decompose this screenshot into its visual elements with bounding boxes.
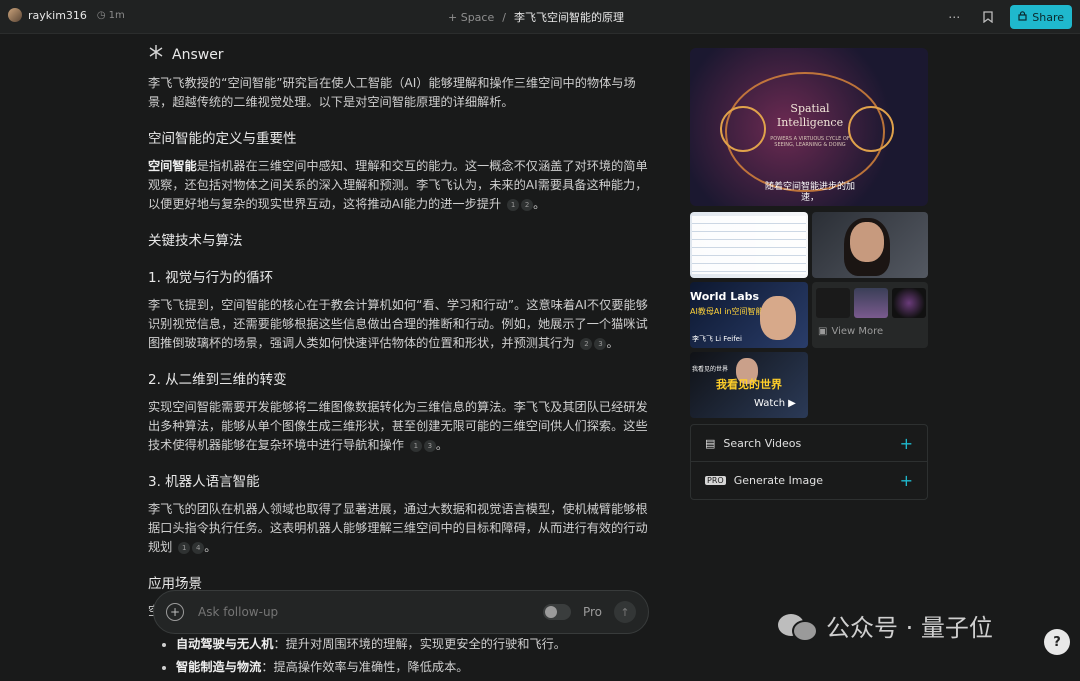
hand-icon [848,106,894,152]
add-plus-icon[interactable]: + [900,471,913,490]
wechat-icon [778,612,818,642]
share-label: Share [1032,10,1064,24]
answer-label: Answer [172,46,224,63]
citation-badge[interactable]: 2 [580,337,593,350]
view-more-tile[interactable]: ▣ View More [812,282,928,348]
answer-content: Answer 李飞飞教授的“空间智能”研究旨在使人工智能（AI）能够理解和操作三… [148,40,658,681]
time-label: 1m [108,9,125,21]
action-box: ▤ Search Videos + PRO Generate Image + [690,424,928,500]
space-link[interactable]: + Space [448,11,494,24]
send-arrow-icon[interactable]: ↑ [614,601,636,623]
subsection-title: 1. 视觉与行为的循环 [148,270,274,286]
paragraph: 实现空间智能需要开发能够将二维图像数据转化为三维信息的算法。李飞飞及其团队已经研… [148,400,648,452]
bold-term: 空间智能 [148,159,197,173]
watermark-text: 公众号 · 量子位 [826,614,993,642]
thumbnail-world-labs[interactable]: World Labs AI教母AI in空间智能 李飞飞 Li Feifei [690,282,808,348]
breadcrumb: + Space / 李飞飞空间智能的原理 [448,9,624,25]
subsection-title: 3. 机器人语言智能 [148,474,260,490]
definition-text: 是指机器在三维空间中感知、理解和交互的能力。这一概念不仅涵盖了对环境的简单观察，… [148,159,648,211]
share-button[interactable]: Share [1010,5,1072,29]
hero-subtitle: POWERS A VIRTUOUS CYCLE OF SEEING, LEARN… [770,136,850,148]
definition-paragraph: 空间智能是指机器在三维空间中感知、理解和交互的能力。这一概念不仅涵盖了对环境的简… [148,159,648,211]
list-item-text: ：提高操作效率与准确性，降低成本。 [261,660,469,674]
bold-term: 智能制造与物流 [176,660,262,674]
hero-image[interactable]: Spatial Intelligence POWERS A VIRTUOUS C… [690,48,928,206]
user-info[interactable]: raykim316 ◷ 1m [8,8,125,22]
list-item: 智能制造与物流：提高操作效率与准确性，降低成本。 [176,658,658,677]
thumbnail-diagram[interactable] [690,212,808,278]
thread-title: 李飞飞空间智能的原理 [513,11,624,24]
watch-label: Watch [754,398,786,409]
citation-badge[interactable]: 3 [423,439,436,452]
thumbnail-title: World Labs [690,290,760,303]
thumbnail-name: 李飞飞 Li Feifei [692,335,742,343]
thumbnail-small-text: 我看见的世界 [692,366,729,373]
clock-icon: ◷ [96,9,106,21]
portrait-face [850,222,884,262]
attach-plus-icon[interactable]: + [166,603,184,621]
follow-up-composer: + Pro ↑ [153,590,649,634]
answer-heading: Answer [148,44,658,66]
view-more-label: View More [831,326,884,337]
citation-badge[interactable]: 2 [521,198,534,211]
search-videos-label: Search Videos [723,436,802,450]
pro-label: Pro [582,605,602,619]
paragraph-text: 李飞飞的团队在机器人领域也取得了显著进展，通过大数据和视觉语言模型，使机械臂能够… [148,502,648,554]
paragraph: 李飞飞提到，空间智能的核心在于教会计算机如何“看、学习和行动”。这意味着AI不仅… [148,298,648,350]
citation-badge[interactable]: 4 [192,541,205,554]
mini-thumbnail [854,288,888,318]
pro-toggle[interactable] [542,604,571,620]
thumbnail-subtitle: AI教母AI in空间智能 [690,307,764,316]
avatar[interactable] [8,8,22,22]
help-button[interactable]: ? [1044,629,1070,655]
top-actions: ⋯ Share [942,5,1072,29]
media-sidebar: Spatial Intelligence POWERS A VIRTUOUS C… [690,48,928,500]
citation-badge[interactable]: 1 [178,541,191,554]
film-icon: ▤ [705,436,716,450]
breadcrumb-separator: / [502,10,506,24]
generate-image-label: Generate Image [733,474,824,487]
add-plus-icon[interactable]: + [900,434,913,453]
pro-badge-icon: PRO [705,476,726,485]
play-icon: ▶ [788,398,796,409]
media-grid: World Labs AI教母AI in空间智能 李飞飞 Li Feifei ▣… [690,212,928,418]
hero-caption: 随着空间智能进步的加速， [764,182,855,203]
intro-paragraph: 李飞飞教授的“空间智能”研究旨在使人工智能（AI）能够理解和操作三维空间中的物体… [148,76,636,109]
paragraph-text: 实现空间智能需要开发能够将二维图像数据转化为三维信息的算法。李飞飞及其团队已经研… [148,400,648,452]
subsection-title: 2. 从二维到三维的转变 [148,372,287,388]
answer-icon [148,44,164,66]
citation-badge[interactable]: 1 [409,439,422,452]
image-icon: ▣ [818,326,828,337]
more-options-icon[interactable]: ⋯ [942,5,966,29]
follow-up-input[interactable] [196,604,531,620]
bold-term: 自动驾驶与无人机 [176,637,274,651]
generate-image-button[interactable]: PRO Generate Image + [691,462,927,499]
view-more-link[interactable]: ▣ View More [818,326,883,337]
bookmark-icon[interactable] [976,5,1000,29]
eye-icon [720,106,766,152]
watch-button[interactable]: Watch ▶ [754,398,796,409]
section-title: 关键技术与算法 [148,233,243,249]
mini-thumbnail [892,288,926,318]
lock-icon [1018,10,1027,24]
citation-badge[interactable]: 3 [594,337,607,350]
paragraph: 李飞飞的团队在机器人领域也取得了显著进展，通过大数据和视觉语言模型，使机械臂能够… [148,502,648,554]
username[interactable]: raykim316 [28,9,87,22]
timestamp: ◷ 1m [97,10,125,21]
section-title: 空间智能的定义与重要性 [148,131,297,147]
portrait-face [760,296,796,340]
list-item-text: ：提升对周围环境的理解，实现更安全的行驶和飞行。 [273,637,567,651]
watermark: 公众号 · 量子位 [778,608,993,643]
list-item: 自动驾驶与无人机：提升对周围环境的理解，实现更安全的行驶和飞行。 [176,635,658,654]
hero-title: Spatial Intelligence [776,102,844,129]
table-lines [692,216,806,274]
thumbnail-portrait[interactable] [812,212,928,278]
thumbnail-video[interactable]: 我看见的世界 我看见的世界 Watch ▶ [690,352,808,418]
video-title: 我看见的世界 [716,378,782,391]
search-videos-button[interactable]: ▤ Search Videos + [691,425,927,462]
citation-badge[interactable]: 1 [507,198,520,211]
paragraph-text: 李飞飞提到，空间智能的核心在于教会计算机如何“看、学习和行动”。这意味着AI不仅… [148,298,648,350]
top-bar: raykim316 ◷ 1m + Space / 李飞飞空间智能的原理 ⋯ Sh… [0,0,1080,34]
mini-thumbnail [816,288,850,318]
